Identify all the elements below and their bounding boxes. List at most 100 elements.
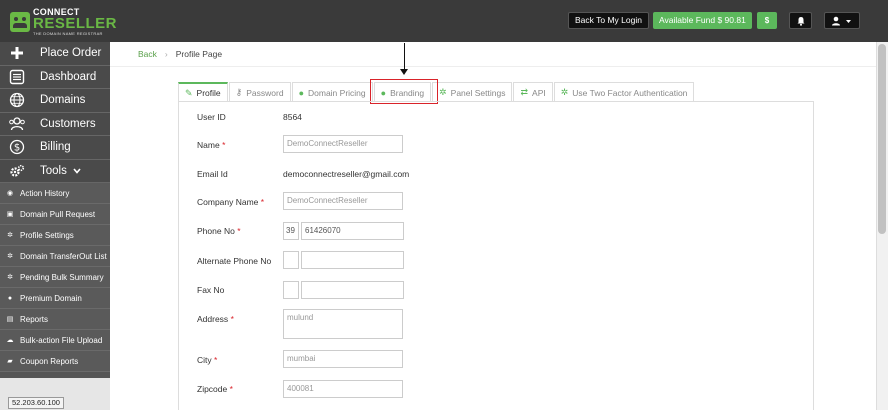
- alternate-phone-number-field[interactable]: [301, 251, 404, 269]
- top-bar: [0, 0, 888, 42]
- tab-label: Password: [246, 87, 284, 98]
- tab-label: API: [532, 87, 546, 98]
- sidebar-item-dashboard[interactable]: Dashboard: [0, 65, 110, 89]
- sidebar-item-place-order[interactable]: Place Order: [0, 42, 110, 66]
- sidebar-subitem-coupon-reports[interactable]: ▰ Coupon Reports: [0, 351, 110, 372]
- svg-text:$: $: [14, 143, 20, 154]
- sidebar-subitem-label: Action History: [20, 188, 70, 198]
- alternate-phone-country-code-field[interactable]: [283, 251, 299, 269]
- tab-label: Domain Pricing: [308, 87, 366, 98]
- sidebar-subitem-bulk-action-file-upload[interactable]: ☁ Bulk-action File Upload: [0, 330, 110, 351]
- ticket-icon: ▰: [7, 358, 13, 365]
- city-label: City *: [197, 355, 218, 365]
- sidebar: Place Order Dashboard Domains Customers …: [0, 42, 110, 410]
- tab-domain-pricing[interactable]: ● Domain Pricing: [291, 82, 373, 102]
- edit-icon: ✎: [185, 87, 193, 98]
- annotation-arrow: [404, 43, 405, 71]
- sidebar-subitem-label: Premium Domain: [20, 293, 82, 303]
- cogs-icon: ✲: [7, 274, 13, 281]
- tab-label: Panel Settings: [450, 87, 506, 98]
- sidebar-item-label: Billing: [40, 141, 71, 154]
- back-to-my-login-button[interactable]: Back To My Login: [568, 12, 649, 29]
- address-label: Address *: [197, 314, 234, 324]
- bell-icon: [797, 17, 805, 26]
- breadcrumb-separator: ›: [164, 49, 168, 59]
- tab-api[interactable]: ⇄ API: [513, 82, 553, 102]
- tab-label: Use Two Factor Authentication: [572, 87, 688, 98]
- phone-number-field[interactable]: 61426070: [301, 222, 404, 240]
- sidebar-subitem-domain-pull-request[interactable]: ▣ Domain Pull Request: [0, 204, 110, 225]
- zipcode-field[interactable]: 400081: [283, 380, 403, 398]
- company-name-field[interactable]: DemoConnectReseller: [283, 192, 403, 210]
- sidebar-subitem-label: Coupon Reports: [20, 356, 79, 366]
- tab-two-factor-authentication[interactable]: ✲ Use Two Factor Authentication: [553, 82, 695, 102]
- dollar-circle-icon: $: [0, 139, 34, 155]
- sidebar-subitem-pending-bulk-summary[interactable]: ✲ Pending Bulk Summary: [0, 267, 110, 288]
- page-scrollbar-thumb[interactable]: [878, 44, 886, 234]
- city-field[interactable]: mumbai: [283, 350, 403, 368]
- fax-country-code-field[interactable]: [283, 281, 299, 299]
- sidebar-subitem-label: Domain Pull Request: [20, 209, 96, 219]
- add-funds-button[interactable]: $: [757, 12, 777, 29]
- sidebar-item-label: Place Order: [40, 47, 102, 60]
- user-id-value: 8564: [283, 112, 302, 122]
- lock-icon: ▣: [6, 211, 14, 218]
- chevron-down-icon: [73, 165, 81, 177]
- phone-country-code-field[interactable]: 39: [283, 222, 299, 240]
- breadcrumb-back-link[interactable]: Back: [138, 49, 157, 59]
- image-icon: ▤: [6, 316, 14, 323]
- sidebar-item-domains[interactable]: Domains: [0, 89, 110, 113]
- cloud-upload-icon: ☁: [6, 337, 14, 344]
- name-field[interactable]: DemoConnectReseller: [283, 135, 403, 153]
- tab-password[interactable]: ⚷ Password: [228, 82, 291, 102]
- gear-icon: ✲: [439, 87, 447, 97]
- address-textarea[interactable]: mulund: [283, 309, 403, 339]
- tab-label: Profile: [196, 88, 221, 98]
- company-name-label: Company Name *: [197, 197, 265, 207]
- sidebar-subitem-domain-transferout-list[interactable]: ✲ Domain TransferOut List: [0, 246, 110, 267]
- sidebar-subitem-label: Bulk-action File Upload: [20, 335, 103, 345]
- sidebar-subitem-label: Domain TransferOut List: [20, 251, 107, 261]
- fax-number-field[interactable]: [301, 281, 404, 299]
- sidebar-subitem-label: Reports: [20, 314, 49, 324]
- dashboard-icon: [0, 69, 34, 85]
- annotation-arrow-head: [400, 69, 408, 75]
- available-fund-button[interactable]: Available Fund $ 90.81: [653, 12, 752, 29]
- cogs-icon: ✲: [7, 253, 13, 260]
- cogs-icon: [0, 164, 34, 178]
- sidebar-item-tools[interactable]: Tools: [0, 159, 110, 183]
- profile-panel: [178, 101, 814, 410]
- sidebar-item-label: Tools: [40, 164, 67, 177]
- email-label: Email Id: [197, 169, 228, 179]
- user-icon: [832, 16, 851, 26]
- sidebar-subitem-action-history[interactable]: ◉ Action History: [0, 183, 110, 204]
- sidebar-subitem-profile-settings[interactable]: ✲ Profile Settings: [0, 225, 110, 246]
- sidebar-subitem-reports[interactable]: ▤ Reports: [0, 309, 110, 330]
- sidebar-subitem-premium-domain[interactable]: ● Premium Domain: [0, 288, 110, 309]
- user-menu-button[interactable]: [824, 12, 860, 29]
- sidebar-item-label: Dashboard: [40, 70, 97, 83]
- notifications-button[interactable]: [789, 12, 812, 29]
- tab-profile[interactable]: ✎ Profile: [178, 82, 228, 102]
- name-label: Name *: [197, 140, 226, 150]
- gear-icon: ✲: [560, 87, 569, 97]
- globe-icon: [0, 92, 34, 108]
- connect-reseller-logo[interactable]: CONNECT RESELLER THE DOMAIN NAME REGISTR…: [10, 8, 117, 36]
- logo-tagline: THE DOMAIN NAME REGISTRAR: [33, 31, 103, 36]
- fax-label: Fax No: [197, 285, 225, 295]
- server-ip-label: 52.203.60.100: [8, 397, 64, 409]
- history-icon: ◉: [6, 190, 14, 197]
- caret-down-icon: [846, 20, 851, 23]
- zipcode-label: Zipcode *: [197, 384, 233, 394]
- users-icon: [0, 116, 34, 132]
- dollar-icon: ●: [298, 87, 304, 98]
- sidebar-item-billing[interactable]: $ Billing: [0, 136, 110, 160]
- sidebar-item-customers[interactable]: Customers: [0, 112, 110, 136]
- logo-mark-icon: [10, 12, 30, 32]
- alternate-phone-label: Alternate Phone No: [197, 256, 272, 266]
- sidebar-subitem-label: Pending Bulk Summary: [20, 272, 104, 282]
- logo-line-2: RESELLER: [33, 15, 118, 32]
- sidebar-subitem-label: Profile Settings: [20, 230, 74, 240]
- tab-panel-settings[interactable]: ✲ Panel Settings: [432, 82, 513, 102]
- breadcrumb: Back › Profile Page: [110, 42, 876, 67]
